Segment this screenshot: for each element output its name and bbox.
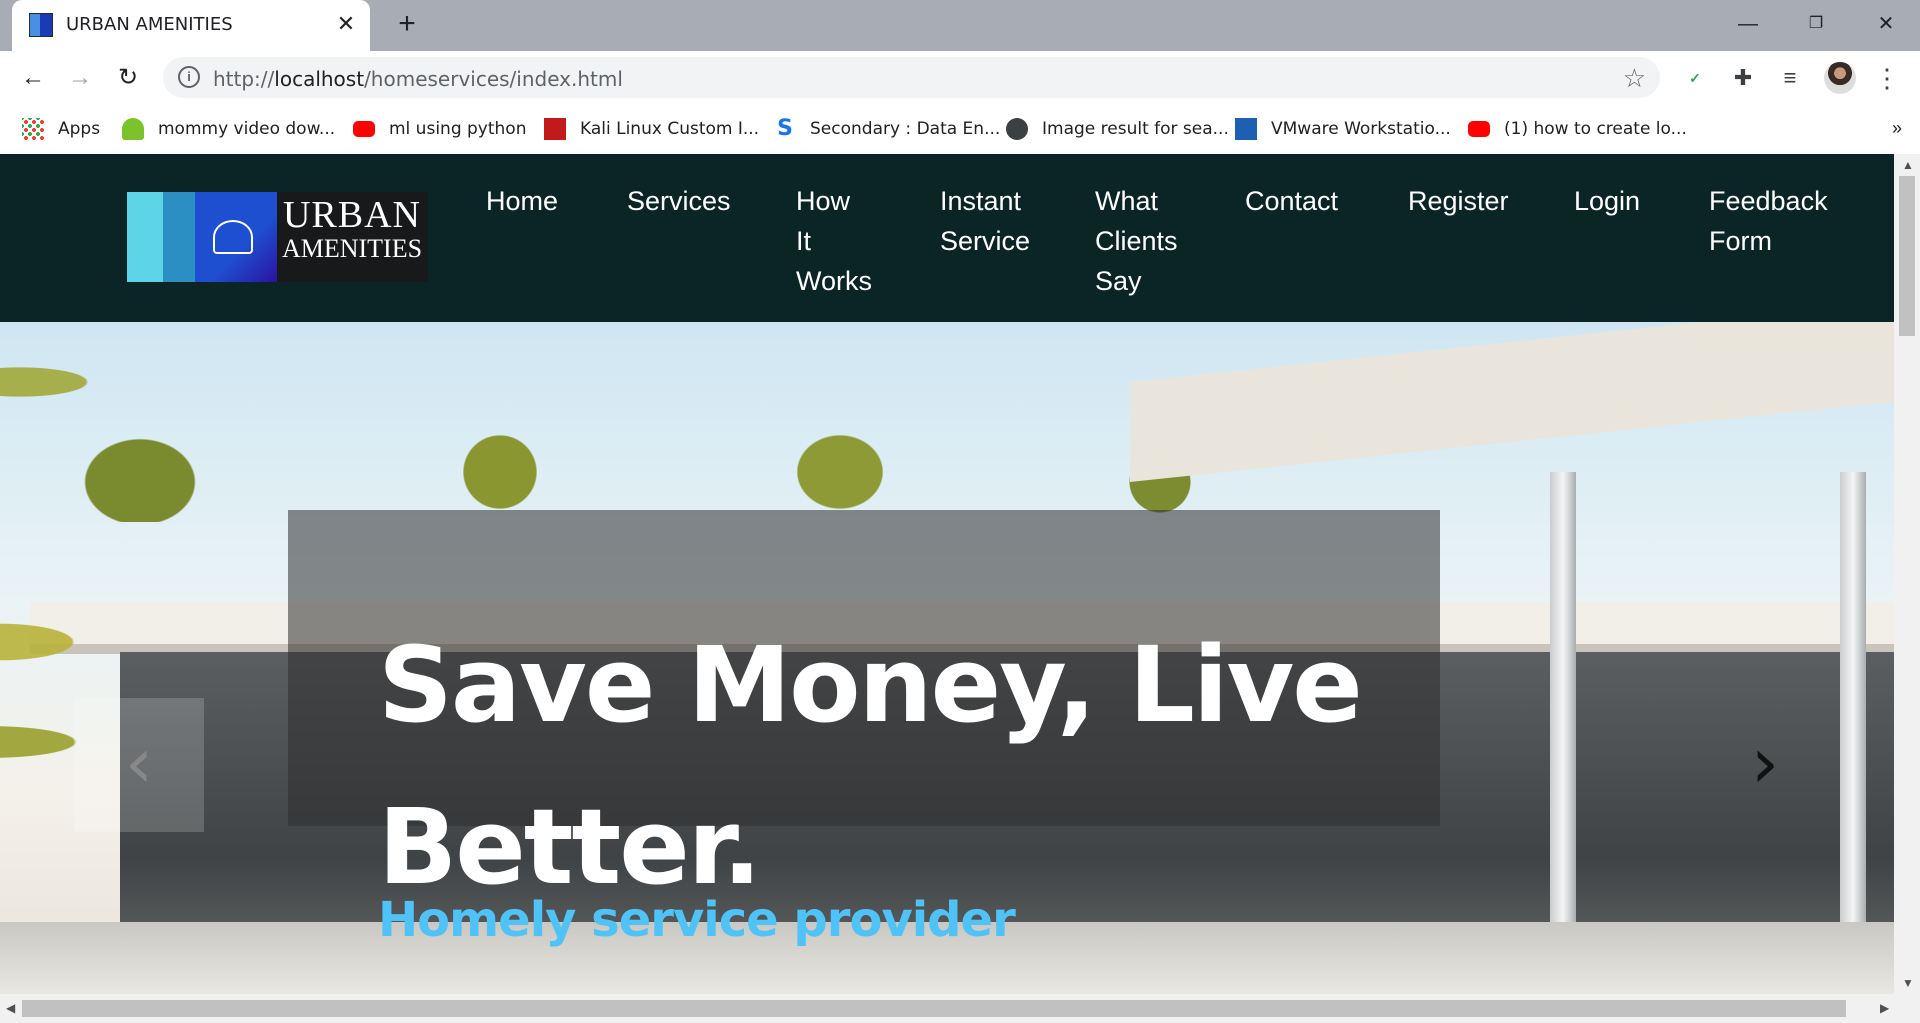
- site-navbar: URBAN AMENITIES Home Services How It Wor…: [0, 154, 1894, 322]
- bookmark-item[interactable]: mommy video dow...: [122, 116, 335, 142]
- site-logo[interactable]: URBAN AMENITIES: [127, 192, 428, 282]
- new-tab-button[interactable]: +: [392, 9, 422, 40]
- hero-pillar: [1840, 472, 1866, 994]
- nav-instant-service[interactable]: Instant Service: [940, 181, 1030, 261]
- browser-tab[interactable]: URBAN AMENITIES ✕: [12, 0, 370, 51]
- nav-register[interactable]: Register: [1408, 181, 1509, 221]
- bookmark-item[interactable]: (1) how to create lo...: [1468, 116, 1687, 142]
- bookmark-item[interactable]: S Secondary : Data En...: [774, 116, 1000, 142]
- logo-line2: AMENITIES: [281, 234, 423, 263]
- nav-how-it-works[interactable]: How It Works: [796, 181, 872, 301]
- kali-icon: [544, 118, 566, 140]
- s-logo-icon: S: [777, 116, 793, 141]
- globe-icon: [1006, 118, 1028, 140]
- logo-text: URBAN AMENITIES: [277, 194, 427, 266]
- abc-extension-icon[interactable]: ✓: [1680, 63, 1710, 93]
- profile-avatar[interactable]: [1824, 62, 1856, 94]
- media-controls-icon[interactable]: ≡: [1775, 63, 1805, 93]
- browser-tabstrip: URBAN AMENITIES ✕ + — ❐ ✕: [0, 0, 1920, 51]
- site-favicon-icon: [29, 13, 53, 37]
- logo-cube-left: [127, 192, 163, 282]
- window-close-button[interactable]: ✕: [1862, 8, 1910, 40]
- bookmark-item[interactable]: Image result for sea...: [1006, 116, 1229, 142]
- nav-login[interactable]: Login: [1574, 181, 1640, 221]
- youtube-icon: [353, 121, 375, 137]
- page-viewport: URBAN AMENITIES Home Services How It Wor…: [0, 154, 1894, 994]
- horizontal-scrollbar[interactable]: ◀ ▶: [0, 994, 1920, 1023]
- hero-subtitle: Homely service provider: [378, 892, 1016, 948]
- logo-line1: URBAN: [282, 194, 422, 236]
- scroll-down-arrow-icon[interactable]: ▼: [1902, 976, 1914, 990]
- carousel-next-button[interactable]: ›: [1700, 698, 1830, 832]
- reload-button[interactable]: ↻: [111, 61, 145, 95]
- minimize-button[interactable]: —: [1724, 8, 1772, 40]
- site-info-icon[interactable]: i: [178, 66, 200, 88]
- scroll-up-arrow-icon[interactable]: ▲: [1902, 158, 1914, 172]
- url-text[interactable]: http://localhost/homeservices/index.html: [213, 67, 623, 91]
- youtube-icon: [1468, 121, 1490, 137]
- bookmark-item[interactable]: VMware Workstatio...: [1235, 116, 1451, 142]
- browser-toolbar: ← → ↻ i http://localhost/homeservices/in…: [0, 51, 1920, 104]
- restore-button[interactable]: ❐: [1792, 8, 1840, 40]
- nav-home[interactable]: Home: [486, 181, 558, 221]
- hero-palm-image: [0, 322, 180, 994]
- horizontal-scroll-thumb[interactable]: [22, 1000, 1846, 1017]
- carousel-prev-button[interactable]: ‹: [74, 698, 204, 832]
- scroll-left-arrow-icon[interactable]: ◀: [6, 1001, 15, 1015]
- android-icon: [122, 118, 144, 140]
- bookmark-item[interactable]: Kali Linux Custom I...: [544, 116, 759, 142]
- puzzle-extensions-icon[interactable]: ✚: [1728, 63, 1758, 93]
- bookmark-item[interactable]: ml using python: [353, 116, 526, 142]
- close-tab-icon[interactable]: ✕: [334, 12, 358, 36]
- tab-title: URBAN AMENITIES: [66, 14, 233, 35]
- vmware-icon: [1235, 118, 1257, 140]
- vertical-scrollbar[interactable]: ▲ ▼: [1894, 154, 1920, 994]
- scroll-right-arrow-icon[interactable]: ▶: [1880, 1001, 1889, 1015]
- logo-person-icon: [213, 220, 253, 254]
- nav-feedback-form[interactable]: Feedback Form: [1709, 181, 1828, 261]
- nav-what-clients-say[interactable]: What Clients Say: [1095, 181, 1178, 301]
- nav-services[interactable]: Services: [627, 181, 731, 221]
- more-bookmarks-icon[interactable]: »: [1892, 118, 1902, 139]
- bookmarks-bar: Apps mommy video dow... ml using python …: [0, 104, 1920, 154]
- apps-grid-icon: [22, 118, 44, 140]
- hero-pillar: [1550, 472, 1576, 994]
- bookmark-apps[interactable]: Apps: [22, 116, 100, 142]
- address-bar[interactable]: i http://localhost/homeservices/index.ht…: [163, 57, 1660, 98]
- back-button[interactable]: ←: [16, 61, 50, 95]
- bookmark-star-icon[interactable]: ☆: [1623, 63, 1646, 94]
- forward-button[interactable]: →: [63, 61, 97, 95]
- logo-cube-right: [163, 192, 195, 282]
- vertical-scroll-thumb[interactable]: [1899, 176, 1915, 336]
- nav-contact[interactable]: Contact: [1245, 181, 1338, 221]
- browser-menu-icon[interactable]: ⋮: [1872, 63, 1902, 93]
- hero-title: Save Money, Live Better.: [378, 624, 1363, 908]
